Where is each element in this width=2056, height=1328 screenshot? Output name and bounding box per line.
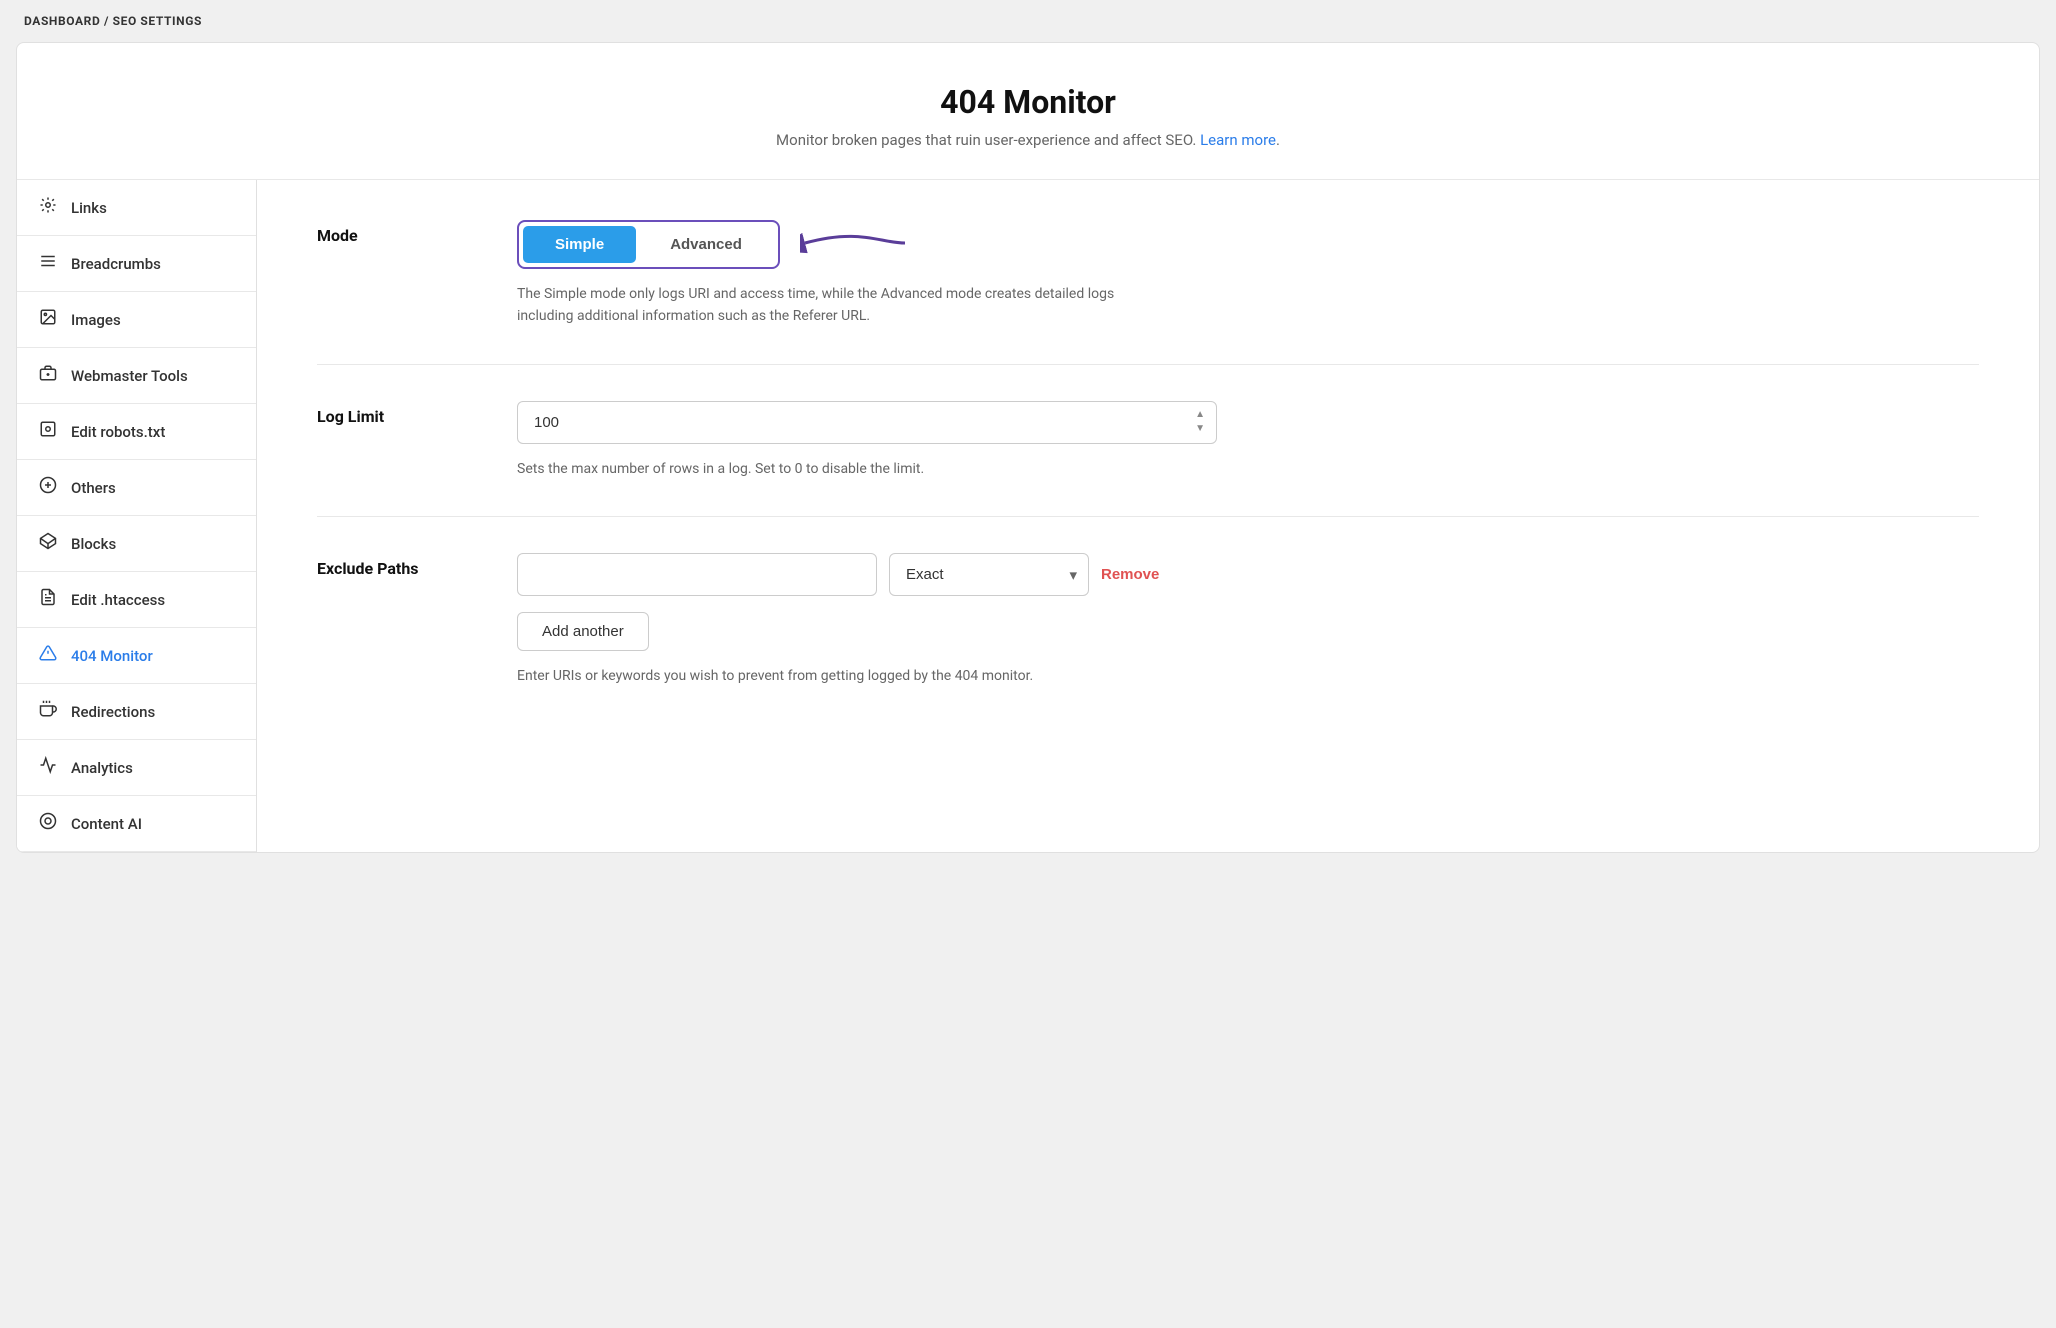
log-limit-input[interactable] — [517, 401, 1217, 444]
sidebar-item-redirections[interactable]: Redirections — [17, 684, 256, 740]
breadcrumbs-icon — [37, 252, 59, 275]
content-ai-icon — [37, 812, 59, 835]
match-type-select[interactable]: Exact Contains Starts With Ends With Reg… — [889, 553, 1089, 596]
edit-htaccess-icon — [37, 588, 59, 611]
mode-toggle: Simple Advanced — [517, 220, 780, 269]
sidebar-item-blocks[interactable]: Blocks — [17, 516, 256, 572]
sidebar-item-content-ai[interactable]: Content AI — [17, 796, 256, 852]
stepper-up-button[interactable]: ▲ — [1191, 409, 1209, 421]
match-type-select-wrapper: Exact Contains Starts With Ends With Reg… — [889, 553, 1089, 596]
sidebar-item-analytics-label: Analytics — [71, 759, 133, 777]
exclude-paths-setting-row: Exclude Paths Exact Contains Starts With… — [317, 553, 1979, 687]
webmaster-tools-icon — [37, 364, 59, 387]
mode-setting-section: Mode Simple Advanced — [317, 220, 1979, 365]
mode-setting-row: Mode Simple Advanced — [317, 220, 1979, 328]
log-limit-description: Sets the max number of rows in a log. Se… — [517, 458, 1167, 480]
exclude-paths-control: Exact Contains Starts With Ends With Reg… — [517, 553, 1979, 687]
add-another-button[interactable]: Add another — [517, 612, 649, 651]
sidebar-item-webmaster-tools-label: Webmaster Tools — [71, 367, 188, 385]
page-title: 404 Monitor — [37, 83, 2019, 121]
sidebar-item-blocks-label: Blocks — [71, 535, 116, 553]
sidebar-item-links[interactable]: Links — [17, 180, 256, 236]
404-monitor-icon — [37, 644, 59, 667]
stepper-buttons: ▲ ▼ — [1191, 409, 1209, 435]
sidebar-item-images-label: Images — [71, 311, 121, 329]
log-limit-control: ▲ ▼ Sets the max number of rows in a log… — [517, 401, 1979, 480]
sidebar-item-webmaster-tools[interactable]: Webmaster Tools — [17, 348, 256, 404]
exclude-path-input[interactable] — [517, 553, 877, 596]
stepper-down-button[interactable]: ▼ — [1191, 423, 1209, 435]
mode-arrow-indicator — [800, 218, 910, 272]
log-limit-label: Log Limit — [317, 401, 477, 426]
remove-path-button[interactable]: Remove — [1101, 566, 1159, 583]
exclude-paths-setting-section: Exclude Paths Exact Contains Starts With… — [317, 553, 1979, 723]
mode-control: Simple Advanced — [517, 220, 1979, 328]
sidebar-item-redirections-label: Redirections — [71, 703, 155, 721]
breadcrumb-dashboard[interactable]: DASHBOARD — [24, 14, 100, 28]
exclude-paths-label: Exclude Paths — [317, 553, 477, 578]
exclude-paths-description: Enter URIs or keywords you wish to preve… — [517, 665, 1167, 687]
mode-label: Mode — [317, 220, 477, 245]
sidebar-item-images[interactable]: Images — [17, 292, 256, 348]
sidebar-item-content-ai-label: Content AI — [71, 815, 142, 833]
images-icon — [37, 308, 59, 331]
sidebar-item-404-monitor-label: 404 Monitor — [71, 647, 153, 665]
sidebar-item-edit-htaccess-label: Edit .htaccess — [71, 591, 165, 609]
sidebar-item-breadcrumbs-label: Breadcrumbs — [71, 255, 161, 273]
page-header: 404 Monitor Monitor broken pages that ru… — [17, 43, 2039, 180]
content-area: Links Breadcrumbs Images Webmaster Tools — [17, 180, 2039, 852]
simple-mode-button[interactable]: Simple — [523, 226, 636, 263]
mode-description: The Simple mode only logs URI and access… — [517, 283, 1167, 328]
learn-more-link[interactable]: Learn more — [1200, 131, 1276, 149]
mode-toggle-wrapper: Simple Advanced — [517, 220, 780, 269]
others-icon — [37, 476, 59, 499]
sidebar: Links Breadcrumbs Images Webmaster Tools — [17, 180, 257, 852]
sidebar-item-edit-robots-label: Edit robots.txt — [71, 423, 165, 441]
exclude-paths-row: Exact Contains Starts With Ends With Reg… — [517, 553, 1979, 596]
sidebar-item-analytics[interactable]: Analytics — [17, 740, 256, 796]
sidebar-item-404-monitor[interactable]: 404 Monitor ← — [17, 628, 256, 684]
log-limit-setting-section: Log Limit ▲ ▼ Sets the max number of row… — [317, 401, 1979, 517]
main-settings-content: Mode Simple Advanced — [257, 180, 2039, 852]
sidebar-item-others[interactable]: Others — [17, 460, 256, 516]
blocks-icon — [37, 532, 59, 555]
sidebar-item-edit-robots[interactable]: Edit robots.txt — [17, 404, 256, 460]
breadcrumb-current: SEO SETTINGS — [113, 14, 202, 28]
main-container: 404 Monitor Monitor broken pages that ru… — [16, 42, 2040, 853]
sidebar-item-breadcrumbs[interactable]: Breadcrumbs — [17, 236, 256, 292]
log-limit-input-wrapper: ▲ ▼ — [517, 401, 1217, 444]
sidebar-item-edit-htaccess[interactable]: Edit .htaccess — [17, 572, 256, 628]
log-limit-setting-row: Log Limit ▲ ▼ Sets the max number of row… — [317, 401, 1979, 480]
breadcrumb-separator: / — [104, 14, 109, 28]
analytics-icon — [37, 756, 59, 779]
sidebar-item-links-label: Links — [71, 199, 107, 217]
advanced-mode-button[interactable]: Advanced — [638, 226, 774, 263]
edit-robots-icon — [37, 420, 59, 443]
breadcrumb: DASHBOARD / SEO SETTINGS — [0, 0, 2056, 42]
links-icon — [37, 196, 59, 219]
sidebar-item-others-label: Others — [71, 479, 116, 497]
redirections-icon — [37, 700, 59, 723]
page-description: Monitor broken pages that ruin user-expe… — [37, 131, 2019, 149]
